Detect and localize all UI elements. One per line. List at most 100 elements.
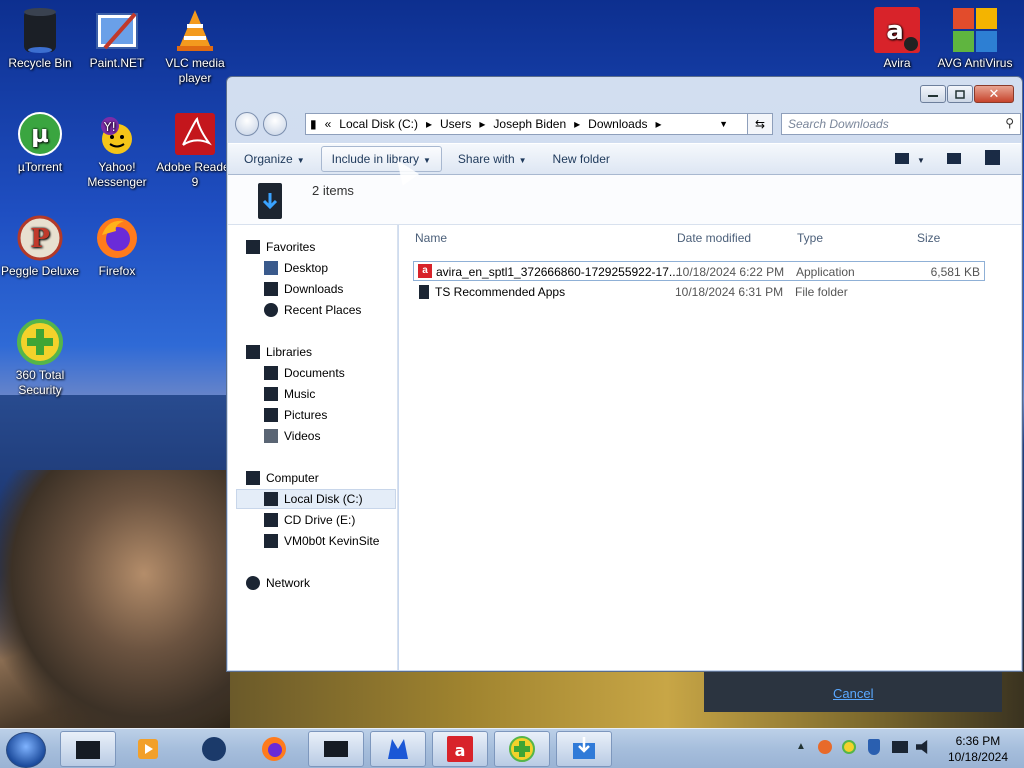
tray-360-icon[interactable] — [842, 740, 856, 754]
file-name: TS Recommended Apps — [435, 285, 566, 299]
details-pane: 2 items — [228, 175, 1021, 225]
chevron-right-icon[interactable]: ▸ — [479, 117, 485, 131]
desktop-icon-vlc[interactable]: VLC media player — [155, 6, 235, 86]
recent-places-icon — [264, 303, 278, 317]
window-controls: ✕ — [920, 85, 1014, 103]
cancel-link[interactable]: Cancel — [833, 686, 873, 701]
help-button[interactable] — [985, 150, 1001, 169]
taskbar-window[interactable] — [308, 731, 364, 767]
network-icon — [246, 576, 260, 590]
search-placeholder: Search Downloads — [788, 117, 889, 131]
nav-libraries[interactable]: Libraries — [246, 342, 414, 362]
folder-icon — [419, 285, 429, 299]
file-date: 10/18/2024 6:31 PM — [675, 285, 784, 299]
address-dropdown-icon[interactable]: ▼ — [719, 119, 728, 129]
chevron-right-icon[interactable]: ▸ — [574, 117, 580, 131]
taskbar-avira[interactable]: a — [432, 731, 488, 767]
taskbar-media-player[interactable] — [120, 731, 176, 767]
file-date: 10/18/2024 6:22 PM — [676, 265, 785, 279]
desktop-icon-360-security[interactable]: 360 Total Security — [0, 318, 80, 398]
breadcrumb-item-users[interactable]: Users — [440, 117, 471, 131]
show-hidden-icons-button[interactable]: ▲ — [796, 741, 806, 752]
desktop-icon — [264, 261, 278, 275]
vlc-icon — [171, 6, 219, 54]
column-header-size[interactable]: Size — [917, 231, 940, 253]
desktop-icon-avira[interactable]: a Avira — [857, 6, 937, 71]
desktop-icon-firefox[interactable]: Firefox — [77, 214, 157, 279]
address-bar[interactable]: ▮ « Local Disk (C:) ▸ Users ▸ Joseph Biden… — [305, 113, 767, 135]
maximize-button[interactable] — [947, 85, 973, 103]
desktop-icon-peggle[interactable]: P Peggle Deluxe — [0, 214, 80, 279]
desktop-icon-yahoo-messenger[interactable]: Y! Yahoo! Messenger — [77, 110, 157, 190]
desktop-icon-label: Yahoo! Messenger — [87, 160, 147, 189]
favorites-icon — [246, 240, 260, 254]
share-with-button[interactable]: Share with ▼ — [448, 147, 537, 171]
breadcrumb-item-local-disk[interactable]: Local Disk (C:) — [339, 117, 418, 131]
svg-text:Y!: Y! — [103, 120, 116, 134]
nav-network[interactable]: Network — [246, 573, 414, 593]
network-drive-icon — [264, 534, 278, 548]
chevron-down-icon: ▼ — [518, 156, 527, 165]
refresh-button[interactable]: ⇆ — [747, 113, 773, 135]
chevron-right-icon[interactable]: ▸ — [426, 117, 432, 131]
svg-text:▼: ▼ — [917, 156, 925, 165]
clock-time: 6:36 PM — [955, 734, 1001, 748]
desktop-icon-recycle-bin[interactable]: Recycle Bin — [0, 6, 80, 71]
documents-icon — [264, 366, 278, 380]
column-header-date-modified[interactable]: Date modified — [677, 231, 751, 253]
desktop-icon-label: Peggle Deluxe — [0, 264, 80, 278]
nav-computer[interactable]: Computer — [246, 468, 414, 488]
breadcrumb-item-user[interactable]: Joseph Biden — [493, 117, 566, 131]
minimize-button[interactable] — [920, 85, 946, 103]
tray-shield-icon[interactable] — [868, 739, 880, 755]
videos-icon — [264, 429, 278, 443]
column-header-name[interactable]: Name — [415, 231, 447, 253]
forward-button[interactable] — [263, 112, 287, 136]
desktop-icon-label: Firefox — [98, 264, 136, 278]
back-button[interactable] — [235, 112, 259, 136]
item-count: 2 items — [312, 183, 354, 198]
drive-icon: ▮ — [310, 117, 317, 131]
include-in-library-button[interactable]: Include in library ▼ — [320, 146, 442, 172]
taskbar-firefox[interactable] — [246, 731, 302, 767]
nav-local-disk[interactable]: Local Disk (C:) — [236, 489, 396, 509]
refresh-icon: ⇆ — [754, 117, 766, 131]
adobe-reader-icon — [171, 110, 219, 158]
breadcrumb-overflow[interactable]: « — [325, 117, 332, 131]
cd-drive-icon — [264, 513, 278, 527]
chevron-right-icon[interactable]: ▸ — [656, 117, 662, 131]
command-toolbar: Organize ▼ Include in library ▼ Share with… — [228, 143, 1021, 175]
tray-network-icon[interactable] — [892, 741, 908, 753]
system-clock[interactable]: 6:36 PM 10/18/2024 — [948, 733, 1008, 765]
paint-net-icon — [93, 6, 141, 54]
taskbar-installer[interactable] — [556, 731, 612, 767]
search-input[interactable]: Search Downloads ⚲ — [781, 113, 1021, 135]
table-row[interactable]: a avira_en_sptl1_372666860-1729255922-17… — [413, 261, 985, 281]
file-list: Name Date modified Type Size a avira_en_… — [399, 225, 1021, 670]
taskbar-360-security[interactable] — [494, 731, 550, 767]
yahoo-messenger-icon: Y! — [93, 110, 141, 158]
tray-orange-icon[interactable] — [818, 740, 832, 754]
breadcrumb-item-downloads[interactable]: Downloads — [588, 117, 647, 131]
desktop-icon-label: 360 Total Security — [15, 368, 65, 397]
desktop-icon-avg[interactable]: AVG AntiVirus — [935, 6, 1015, 71]
taskbar-malwarebytes[interactable] — [370, 731, 426, 767]
taskbar-explorer[interactable] — [60, 731, 116, 767]
column-header-type[interactable]: Type — [797, 231, 823, 253]
desktop-icon-paint-net[interactable]: Paint.NET — [77, 6, 157, 71]
svg-text:a: a — [886, 16, 904, 46]
table-row[interactable]: TS Recommended Apps 10/18/2024 6:31 PM F… — [413, 282, 985, 302]
close-button[interactable]: ✕ — [974, 85, 1014, 103]
preview-pane-button[interactable] — [947, 152, 963, 169]
file-name: avira_en_sptl1_372666860-1729255922-17..… — [436, 265, 679, 279]
taskbar-ie[interactable] — [186, 731, 242, 767]
organize-button[interactable]: Organize ▼ — [234, 147, 315, 171]
change-view-button[interactable]: ▼ — [895, 152, 925, 169]
nav-favorites[interactable]: Favorites — [246, 237, 414, 257]
desktop-icon-adobe-reader[interactable]: Adobe Reader 9 — [155, 110, 235, 190]
avg-icon — [951, 6, 999, 54]
desktop-icon-utorrent[interactable]: µ µTorrent — [0, 110, 80, 175]
start-button[interactable] — [6, 732, 46, 768]
tray-volume-icon[interactable] — [916, 740, 928, 754]
new-folder-button[interactable]: New folder — [543, 147, 620, 171]
